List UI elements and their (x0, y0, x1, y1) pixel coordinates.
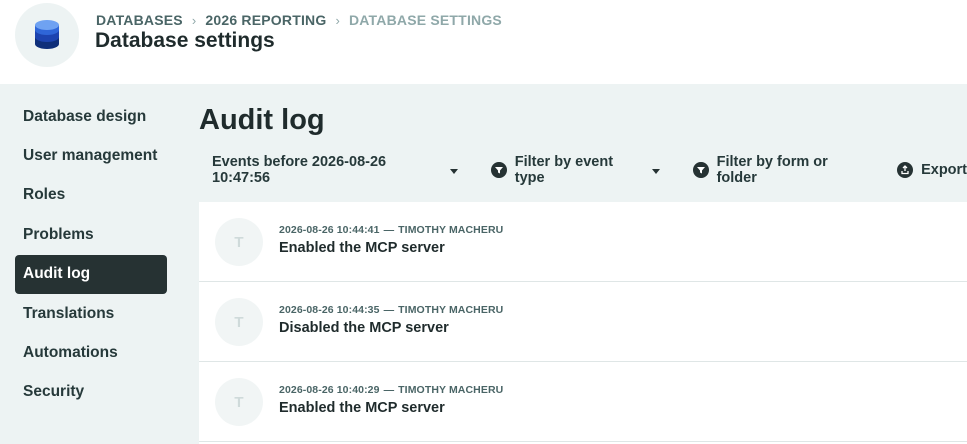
export-label: Export (921, 162, 967, 178)
log-entry-text: Enabled the MCP server (279, 240, 445, 256)
breadcrumb-separator: › (335, 12, 340, 28)
log-entry-text: Disabled the MCP server (279, 320, 449, 336)
avatar: T (215, 218, 263, 266)
content-title: Audit log (199, 104, 325, 136)
database-avatar (15, 3, 79, 67)
log-entry[interactable]: T 2026-08-26 10:40:29— TIMOTHY MACHERU En… (199, 362, 967, 442)
form-folder-filter-label: Filter by form or folder (716, 154, 828, 186)
log-timestamp: 2026-08-26 10:44:35 (279, 304, 380, 316)
caret-down-icon (450, 168, 459, 174)
log-user: TIMOTHY MACHERU (398, 224, 504, 236)
sidebar-item-audit-log[interactable]: Audit log (15, 254, 167, 294)
event-type-filter-label: Filter by event type (514, 154, 614, 186)
log-entry-meta: 2026-08-26 10:44:41— TIMOTHY MACHERU (279, 224, 503, 236)
log-timestamp: 2026-08-26 10:40:29 (279, 384, 380, 396)
event-type-filter-dropdown[interactable]: Filter by event type (491, 154, 661, 186)
log-user: TIMOTHY MACHERU (398, 304, 504, 316)
log-entry-meta: 2026-08-26 10:44:35— TIMOTHY MACHERU (279, 304, 503, 316)
avatar: T (215, 298, 263, 346)
page-title: Database settings (95, 29, 275, 52)
log-dash: — (383, 304, 395, 316)
sidebar-item-translations[interactable]: Translations (15, 294, 167, 333)
database-icon (35, 20, 59, 49)
breadcrumb-databases[interactable]: DATABASES (96, 12, 183, 28)
sidebar-item-roles[interactable]: Roles (15, 176, 167, 215)
breadcrumb: DATABASES › 2026 REPORTING › DATABASE SE… (96, 11, 502, 29)
filter-icon (693, 162, 709, 178)
form-folder-filter-button[interactable]: Filter by form or folder (693, 154, 867, 186)
breadcrumb-separator: › (191, 12, 197, 28)
avatar: T (215, 378, 263, 426)
audit-toolbar: Events before 2026-08-26 10:47:56 Filter… (212, 154, 967, 186)
sidebar-item-security[interactable]: Security (15, 373, 167, 412)
log-dash: — (383, 224, 395, 236)
date-filter-label: Events before 2026-08-26 10:47:56 (212, 154, 387, 186)
main-area: Database design User management Roles Pr… (0, 84, 967, 444)
breadcrumb-2026-reporting[interactable]: 2026 REPORTING (205, 12, 326, 28)
breadcrumb-database-settings: DATABASE SETTINGS (348, 12, 502, 28)
sidebar-item-user-management[interactable]: User management (15, 136, 167, 175)
filter-icon (491, 162, 507, 178)
sidebar-item-database-design[interactable]: Database design (15, 97, 167, 136)
log-entry-meta: 2026-08-26 10:40:29— TIMOTHY MACHERU (279, 384, 503, 396)
export-icon (897, 162, 914, 178)
page-header: DATABASES › 2026 REPORTING › DATABASE SE… (0, 0, 967, 84)
settings-sidebar: Database design User management Roles Pr… (15, 97, 167, 412)
audit-log-list: T 2026-08-26 10:44:41— TIMOTHY MACHERU En… (199, 202, 967, 444)
log-dash: — (383, 384, 395, 396)
log-timestamp: 2026-08-26 10:44:41 (279, 224, 380, 236)
sidebar-item-automations[interactable]: Automations (15, 333, 167, 372)
export-button[interactable]: Export (897, 162, 967, 178)
sidebar-item-problems[interactable]: Problems (15, 215, 167, 254)
log-user: TIMOTHY MACHERU (398, 384, 504, 396)
log-entry[interactable]: T 2026-08-26 10:44:41— TIMOTHY MACHERU En… (199, 202, 967, 282)
caret-down-icon (652, 168, 661, 174)
log-entry[interactable]: T 2026-08-26 10:44:35— TIMOTHY MACHERU Di… (199, 282, 967, 362)
date-filter-dropdown[interactable]: Events before 2026-08-26 10:47:56 (212, 154, 459, 186)
log-entry-text: Enabled the MCP server (279, 400, 445, 416)
